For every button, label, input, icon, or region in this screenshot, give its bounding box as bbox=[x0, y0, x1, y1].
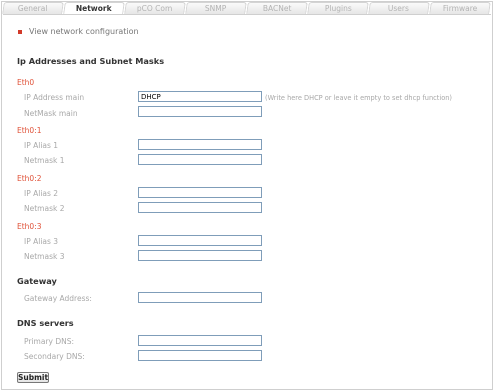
tab-bacnet[interactable]: BACNet bbox=[246, 2, 308, 14]
secondary-dns-input[interactable] bbox=[138, 350, 262, 361]
netmask-1-input[interactable] bbox=[138, 154, 262, 165]
primary-dns-input[interactable] bbox=[138, 335, 262, 346]
ip-alias-3-input[interactable] bbox=[138, 235, 262, 246]
view-network-config-label: View network configuration bbox=[29, 27, 139, 36]
tab-snmp[interactable]: SNMP bbox=[185, 2, 247, 14]
tab-pco-com[interactable]: pCO Com bbox=[124, 2, 186, 14]
primary-dns-label: Primary DNS: bbox=[24, 337, 75, 346]
netmask-2-input[interactable] bbox=[138, 202, 262, 213]
dhcp-hint-text: (Write here DHCP or leave it empty to se… bbox=[265, 94, 452, 102]
eth0-3-title: Eth0:3 bbox=[17, 222, 42, 231]
red-square-bullet-icon bbox=[18, 29, 22, 34]
secondary-dns-label: Secondary DNS: bbox=[24, 352, 85, 361]
dns-servers-title: DNS servers bbox=[17, 318, 74, 328]
netmask-1-label: Netmask 1 bbox=[24, 156, 65, 165]
tab-firmware[interactable]: Firmware bbox=[429, 2, 491, 14]
netmask-3-input[interactable] bbox=[138, 250, 262, 261]
ip-address-main-label: IP Address main bbox=[24, 93, 85, 102]
ip-alias-1-label: IP Alias 1 bbox=[24, 141, 59, 150]
gateway-title: Gateway bbox=[17, 276, 57, 286]
gateway-address-label: Gateway Address: bbox=[24, 294, 92, 303]
netmask-3-label: Netmask 3 bbox=[24, 252, 65, 261]
ip-alias-3-label: IP Alias 3 bbox=[24, 237, 59, 246]
ip-address-main-input[interactable] bbox=[138, 91, 262, 102]
view-network-config-link[interactable]: View network configuration bbox=[18, 27, 139, 36]
gateway-address-input[interactable] bbox=[138, 292, 262, 303]
tab-users[interactable]: Users bbox=[368, 2, 430, 14]
ip-alias-2-label: IP Alias 2 bbox=[24, 189, 59, 198]
tab-network[interactable]: Network bbox=[63, 2, 125, 14]
tab-plugins[interactable]: Plugins bbox=[307, 2, 369, 14]
eth0-1-title: Eth0:1 bbox=[17, 126, 42, 135]
netmask-main-input[interactable] bbox=[138, 106, 262, 117]
ip-section-title: Ip Addresses and Subnet Masks bbox=[17, 56, 165, 66]
eth0-2-title: Eth0:2 bbox=[17, 174, 42, 183]
tab-bar: General Network pCO Com SNMP BACNet Plug… bbox=[2, 2, 491, 15]
eth0-title: Eth0 bbox=[17, 78, 35, 87]
netmask-2-label: Netmask 2 bbox=[24, 204, 65, 213]
ip-alias-2-input[interactable] bbox=[138, 187, 262, 198]
submit-button[interactable]: Submit bbox=[17, 372, 49, 383]
ip-alias-1-input[interactable] bbox=[138, 139, 262, 150]
netmask-main-label: NetMask main bbox=[24, 109, 78, 118]
tab-general[interactable]: General bbox=[2, 2, 64, 14]
